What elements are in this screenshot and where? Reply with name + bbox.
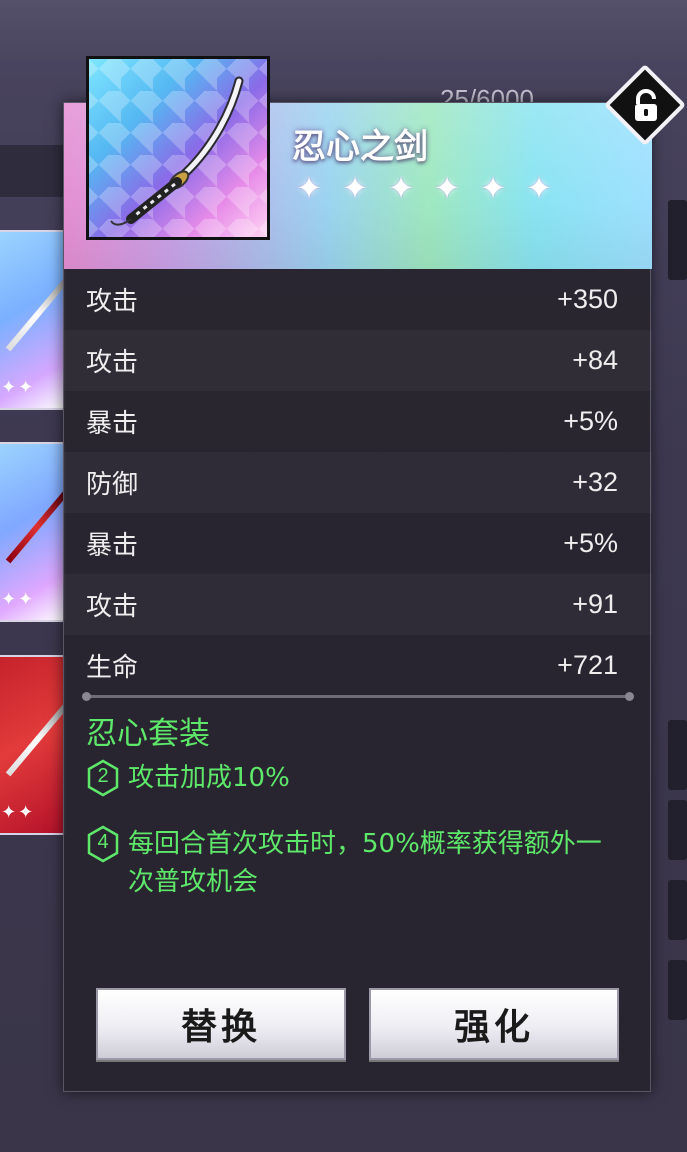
star-icon: ✦ [387,169,415,207]
stat-row: 防御 +32 [64,452,652,513]
stat-label: 攻击 [86,348,139,378]
piece-count: 2 [97,765,109,787]
stat-label: 攻击 [86,592,139,622]
upgrade-button[interactable]: 强化 [369,988,619,1060]
star-icon: ✦ [525,169,553,207]
stat-value: +721 [557,650,618,680]
katana-icon [86,56,270,240]
piece-count: 4 [97,831,109,853]
stat-row: 暴击 +5% [64,391,652,452]
rarity-stars: ✦✦✦ [0,377,36,398]
inventory-item-card[interactable]: ✦✦✦ [0,655,66,835]
set-effect-text: 攻击加成10% [128,763,290,793]
inventory-item-card[interactable]: ✦✦✦ [0,230,66,410]
set-effect-text: 每回合首次攻击时，50%概率获得额外一次普攻机会 [128,829,602,897]
star-icon: ✦ [479,169,507,207]
replace-button[interactable]: 替换 [96,988,346,1060]
piece-count-badge: 2 [86,759,120,797]
sword-icon [5,278,64,352]
stat-label: 暴击 [86,409,139,439]
stat-row: 攻击 +91 [64,574,652,635]
side-panel-edge [668,880,687,940]
lock-icon [635,88,657,121]
side-panel-edge [668,200,687,280]
set-effect: 2 攻击加成10% [86,759,608,797]
rarity-stars: ✦ ✦ ✦ ✦ ✦ ✦ [290,169,558,207]
stat-list: 攻击 +350 攻击 +84 暴击 +5% 防御 +32 暴击 +5% 攻击 +… [64,269,652,696]
sword-icon [5,703,64,777]
star-icon: ✦ [295,169,323,207]
stat-value: +5% [563,406,618,436]
star-icon: ✦ [433,169,461,207]
stat-label: 防御 [86,470,139,500]
section-divider [82,692,634,701]
top-bar [0,0,687,60]
stat-row: 生命 +721 [64,635,652,696]
stat-label: 暴击 [86,531,139,561]
stat-value: +5% [563,528,618,558]
stat-label: 攻击 [86,287,139,317]
side-panel-edge [668,800,687,860]
item-detail-popup: 忍心之剑 ✦ ✦ ✦ ✦ ✦ ✦ 攻击 +350 攻击 +84 暴击 +5% 防… [63,102,652,1092]
set-effect: 4 每回合首次攻击时，50%概率获得额外一次普攻机会 [86,825,608,901]
item-name: 忍心之剑 [292,127,428,167]
stat-row: 攻击 +350 [64,269,652,330]
stat-value: +84 [572,345,618,375]
stat-label: 生命 [86,653,139,683]
stat-row: 暴击 +5% [64,513,652,574]
rarity-stars: ✦✦✦ [0,589,36,610]
stat-value: +32 [572,467,618,497]
stat-value: +350 [557,284,618,314]
piece-count-badge: 4 [86,825,120,863]
side-panel-edge [668,960,687,1020]
inventory-item-card[interactable]: ✦✦✦ [0,442,66,622]
side-panel-edge [668,720,687,790]
background-band [0,145,70,197]
star-icon: ✦ [341,169,369,207]
stat-value: +91 [572,589,618,619]
rarity-stars: ✦✦✦ [0,802,36,823]
lock-button[interactable] [603,63,687,147]
stat-row: 攻击 +84 [64,330,652,391]
sword-icon [5,490,64,564]
set-name: 忍心套装 [86,716,210,752]
